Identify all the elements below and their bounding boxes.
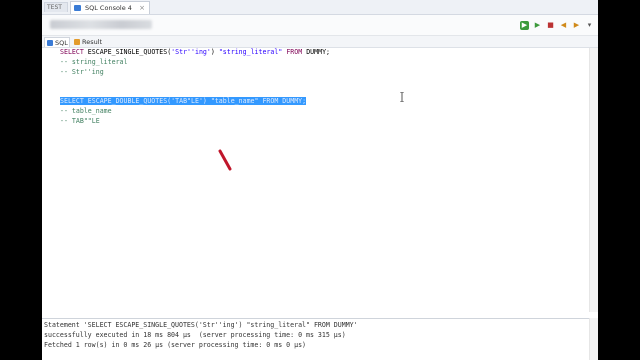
sql-file-icon (74, 5, 81, 11)
editor-line-2: -- string_literal (60, 58, 128, 66)
tab-sql-label: SQL (55, 39, 68, 47)
editor-line-6: -- TAB""LE (60, 117, 100, 125)
console-line-1: Statement 'SELECT ESCAPE_SINGLE_QUOTES('… (44, 321, 358, 329)
tab-test[interactable]: TEST (44, 2, 68, 12)
editor-line-1: SELECT ESCAPE_SINGLE_QUOTES('Str''ing') … (60, 48, 330, 57)
tab-sql-console-4[interactable]: SQL Console 4 × (70, 1, 150, 14)
console-vertical-scrollbar[interactable] (589, 318, 598, 360)
text-cursor-icon (400, 92, 404, 102)
editor-line-4-selected: SELECT ESCAPE_DOUBLE_QUOTES('TAB"LE') "t… (60, 97, 307, 106)
sql-icon (47, 40, 53, 46)
table-dummy: DUMMY; (302, 48, 331, 56)
tab-sql-console-label: SQL Console 4 (85, 4, 132, 12)
string-argument: 'Str''ing' (171, 48, 211, 56)
connection-toolbar: ▶ ▶ ■ ◀ ▶ ▾ (42, 15, 598, 36)
editor-vertical-scrollbar[interactable] (589, 48, 598, 312)
run-icon[interactable]: ▶ (520, 20, 529, 30)
history-back-icon[interactable]: ◀ (559, 21, 568, 30)
selected-statement: SELECT ESCAPE_DOUBLE_QUOTES('TAB"LE') "t… (60, 97, 307, 105)
stop-icon[interactable]: ■ (546, 21, 555, 30)
tab-sql[interactable]: SQL (44, 37, 70, 47)
console-output: Statement 'SELECT ESCAPE_SINGLE_QUOTES('… (42, 318, 598, 360)
connection-info-blurred (50, 20, 152, 29)
run-selected-icon[interactable]: ▶ (533, 21, 542, 30)
sql-editor[interactable]: SELECT ESCAPE_SINGLE_QUOTES('Str''ing') … (42, 48, 588, 312)
result-grid-icon (74, 39, 80, 45)
keyword-select: SELECT (60, 48, 84, 56)
tab-result[interactable]: Result (72, 37, 102, 47)
console-line-2: successfully executed in 18 ms 804 µs (s… (44, 331, 346, 339)
console-line-3: Fetched 1 row(s) in 0 ms 26 µs (server p… (44, 341, 307, 349)
toolbar-icons: ▶ ▶ ■ ◀ ▶ ▾ (520, 19, 594, 31)
dropdown-icon[interactable]: ▾ (585, 21, 594, 30)
tab-test-label: TEST (47, 4, 62, 11)
tab-result-label: Result (82, 38, 103, 46)
editor-line-3: -- Str''ing (60, 68, 104, 76)
editor-line-5: -- table_name (60, 107, 112, 115)
history-forward-icon[interactable]: ▶ (572, 21, 581, 30)
editor-tab-bar: TEST SQL Console 4 × (42, 0, 598, 15)
keyword-from: FROM (282, 48, 303, 56)
editor-subtabs: SQL Result (42, 36, 598, 48)
pen-annotation-mark (218, 149, 232, 171)
sql-console-window: TEST SQL Console 4 × ▶ ▶ ■ ◀ ▶ ▾ SQL Res… (42, 0, 598, 360)
close-tab-icon[interactable]: × (139, 2, 145, 14)
column-alias: "string_literal" (218, 48, 283, 56)
function-call: ESCAPE_SINGLE_QUOTES( (83, 48, 172, 56)
paren-close: ) (210, 48, 219, 56)
